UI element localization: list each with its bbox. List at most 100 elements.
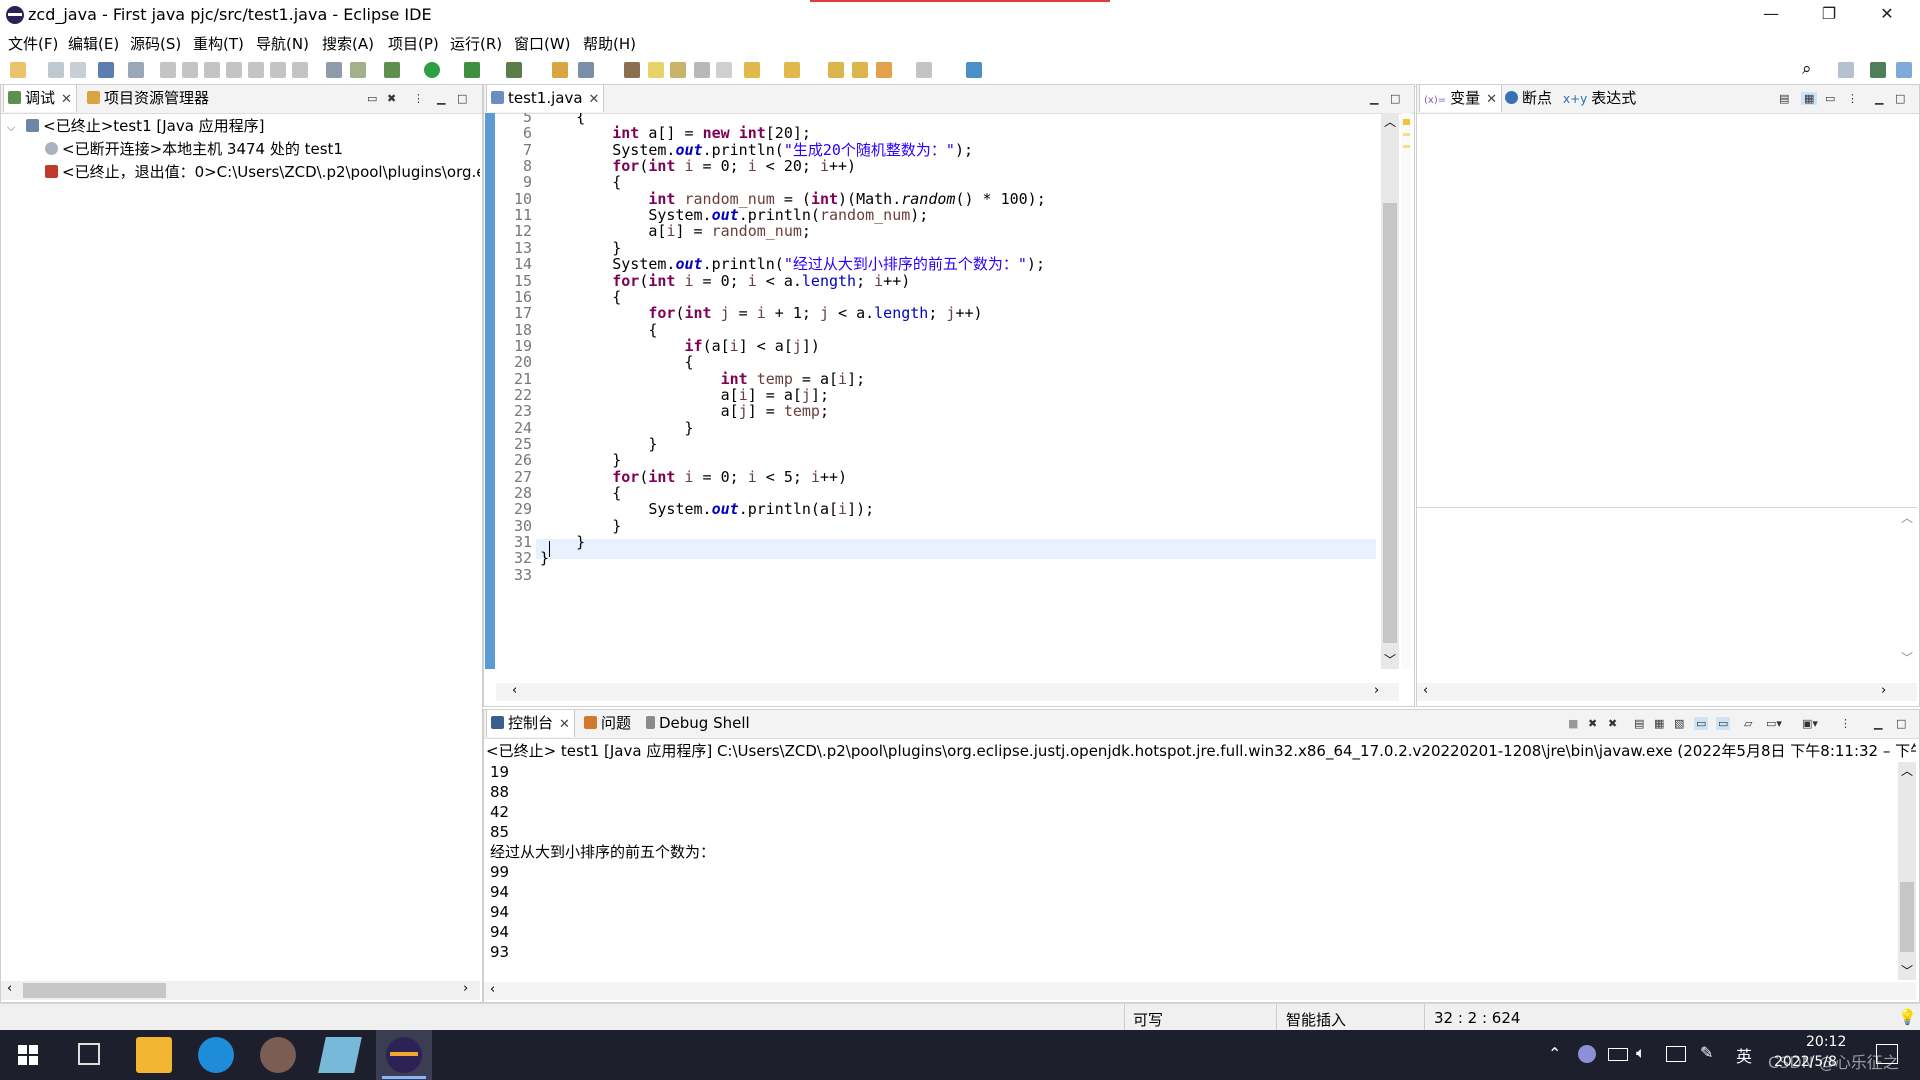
scroll-up-icon[interactable]: ︿ [1384,113,1396,130]
close-button[interactable]: ✕ [1864,0,1910,30]
search-icon-tb[interactable] [624,62,640,78]
menu-window[interactable]: 窗口(W) [514,33,571,54]
horizontal-scrollbar[interactable]: ‹ › [1,981,480,1000]
open-perspective-icon[interactable] [1838,62,1854,78]
details-divider[interactable] [1417,507,1917,508]
display-console-icon[interactable]: ▭▾ [1766,717,1782,730]
scrollbar-thumb[interactable] [1900,882,1914,952]
step-into-icon[interactable] [248,62,264,78]
last-edit-icon[interactable] [828,62,844,78]
collapse-all-icon[interactable]: ▭ [367,92,377,105]
scroll-up-icon[interactable]: ︿ [1901,509,1913,526]
java-perspective-icon[interactable] [1870,62,1886,78]
debug-perspective-icon[interactable] [1896,62,1912,78]
variables-tree[interactable] [1417,113,1917,507]
view-menu-icon[interactable]: ⋮ [413,92,424,105]
tray-app-icon[interactable] [1578,1045,1596,1063]
scroll-down-icon[interactable]: ﹀ [1901,962,1913,979]
chevron-down-icon[interactable]: ⌵ [7,121,15,134]
disconnect-icon[interactable] [226,62,242,78]
tab-problems[interactable]: 问题 [580,710,635,737]
restore-button[interactable]: ❐ [1806,0,1852,30]
run-icon[interactable] [424,62,440,78]
pin-editor-icon[interactable] [966,62,982,78]
show-type-names-icon[interactable]: ▤ [1779,92,1789,105]
scroll-right-icon[interactable]: › [1374,683,1379,698]
tip-icon[interactable]: 💡 [1898,1008,1917,1026]
tree-item-process[interactable]: <已终止，退出值：0>C:\Users\ZCD\.p2\pool\plugins… [45,161,480,183]
forward-icon[interactable] [916,62,932,78]
editor-horizontal-scrollbar[interactable]: ‹ › [496,683,1399,701]
tab-test1-java[interactable]: test1.java ✕ [486,85,605,112]
show-on-error-icon[interactable]: ▭ [1716,717,1731,730]
next-annotation-icon[interactable] [744,62,760,78]
view-menu-icon[interactable]: ⋮ [1840,717,1851,730]
save-icon[interactable] [48,62,64,78]
clear-console-icon[interactable]: ▤ [1634,717,1644,730]
tab-project-explorer[interactable]: 项目资源管理器 [83,85,213,112]
tab-breakpoints[interactable]: 断点 [1501,85,1556,112]
warning-marker[interactable] [1403,119,1410,125]
app-avatar-icon[interactable] [260,1037,296,1073]
remove-all-terminated-icon[interactable]: ✖ [1608,717,1617,730]
editor-vertical-scrollbar[interactable]: ︿ ﹀ [1381,113,1399,669]
chevron-up-icon[interactable]: ⌃ [1548,1044,1561,1063]
console-vertical-scrollbar[interactable]: ︿ ﹀ [1898,762,1916,980]
scroll-right-icon[interactable]: › [1881,683,1886,698]
scroll-left-icon[interactable]: ‹ [1423,683,1428,698]
menu-run[interactable]: 运行(R) [450,33,502,54]
ime-indicator[interactable]: 英 [1736,1043,1752,1067]
maximize-view-icon[interactable]: □ [457,92,467,105]
remove-all-terminated-icon[interactable]: ✖ [387,92,396,105]
forward-edit-icon[interactable] [852,62,868,78]
menu-project[interactable]: 项目(P) [388,33,439,54]
minimize-view-icon[interactable]: ▁ [1875,92,1883,105]
new-icon[interactable] [10,62,26,78]
tree-item-launch[interactable]: ⌵ <已终止>test1 [Java 应用程序] [7,115,265,137]
menu-search[interactable]: 搜索(A) [322,33,374,54]
tab-expressions[interactable]: x+y 表达式 [1559,85,1640,112]
notification-icon[interactable] [1876,1044,1898,1064]
minimize-view-icon[interactable]: ▁ [1874,717,1882,730]
scroll-left-icon[interactable]: ‹ [490,982,495,997]
show-on-output-icon[interactable]: ▭ [1694,717,1709,730]
close-icon[interactable]: ✕ [559,717,570,732]
close-icon[interactable]: ✕ [1486,92,1497,107]
collapse-all-icon[interactable]: ▭ [1825,92,1835,105]
back-icon[interactable] [876,62,892,78]
close-icon[interactable]: ✕ [589,92,600,107]
pen-icon[interactable]: ✎ [1700,1043,1713,1062]
terminal-icon[interactable] [98,62,114,78]
menu-source[interactable]: 源码(S) [130,33,181,54]
minimize-view-icon[interactable]: ▁ [1370,92,1378,105]
tab-debug[interactable]: 调试 ✕ [3,85,77,112]
word-wrap-icon[interactable]: ▧ [1674,717,1684,730]
tab-debug-shell[interactable]: Debug Shell [642,710,754,737]
scroll-left-icon[interactable]: ‹ [7,981,12,996]
prev-annotation-icon[interactable] [784,62,800,78]
notes-app-icon[interactable] [318,1037,362,1073]
taskbar-active-app[interactable] [376,1030,432,1080]
new-java-package-icon[interactable] [552,62,568,78]
menu-help[interactable]: 帮助(H) [583,33,636,54]
menu-navigate[interactable]: 导航(N) [256,33,309,54]
save-all-icon[interactable] [70,62,86,78]
show-logical-structure-icon[interactable]: ▦ [1801,92,1818,105]
scroll-down-icon[interactable]: ﹀ [1384,651,1396,668]
details-horizontal-scrollbar[interactable]: ‹ › [1417,683,1917,701]
mark-occurrences-icon[interactable] [648,62,664,78]
tab-variables[interactable]: (x)= 变量 ✕ [1419,85,1503,112]
scroll-down-icon[interactable]: ﹀ [1901,649,1913,666]
minimize-view-icon[interactable]: ▁ [437,92,445,105]
occurrence-marker[interactable] [1403,145,1410,148]
open-type-icon[interactable] [578,62,594,78]
menu-refactor[interactable]: 重构(T) [193,33,244,54]
open-console-icon[interactable]: ▣▾ [1802,717,1818,730]
show-whitespace-icon[interactable] [716,62,732,78]
menu-file[interactable]: 文件(F) [8,33,58,54]
task-view-icon[interactable] [78,1043,100,1065]
code-area[interactable]: 5 {6 int a[] = new int[20]; 7 System.out.… [496,113,1376,669]
terminate-icon[interactable]: ■ [1568,717,1578,730]
use-step-filters-icon[interactable] [350,62,366,78]
maximize-view-icon[interactable]: □ [1390,92,1400,105]
